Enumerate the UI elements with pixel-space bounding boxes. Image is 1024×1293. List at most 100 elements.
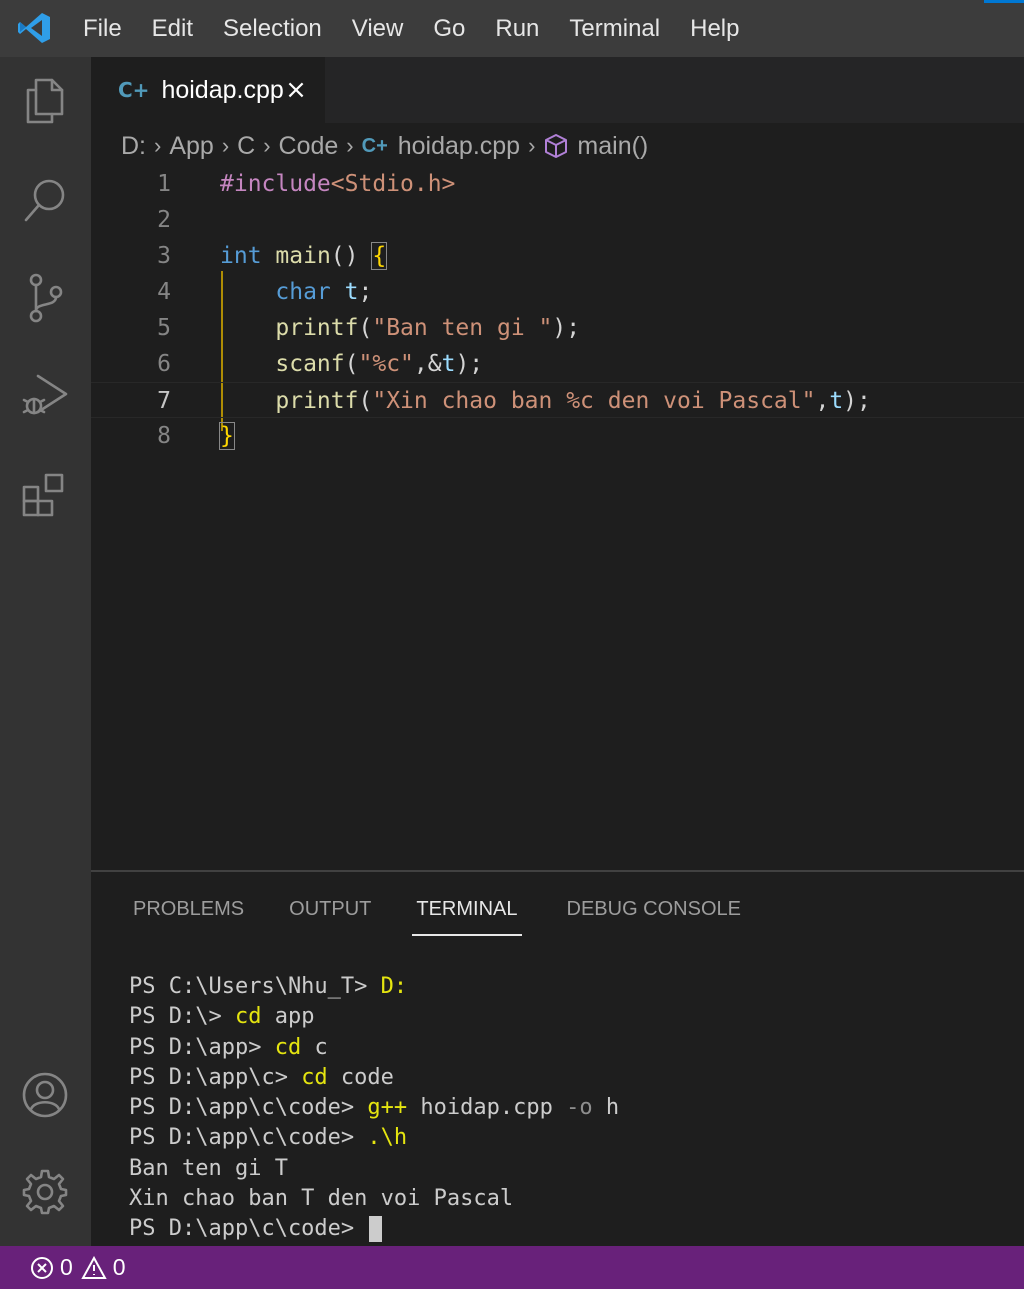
terminal-text: cd xyxy=(234,1004,262,1030)
search-icon xyxy=(24,179,65,222)
terminal-text: c xyxy=(301,1034,328,1060)
cpp-file-icon: C+ xyxy=(118,78,150,102)
terminal-text: .\h xyxy=(367,1125,408,1151)
chevron-right-icon: › xyxy=(263,133,271,158)
code-token: ); xyxy=(552,315,581,341)
terminal-text: PS D:\app> xyxy=(129,1034,275,1060)
menu-item-view[interactable]: View xyxy=(337,15,419,43)
bottom-panel: PROBLEMS OUTPUT TERMINAL DEBUG CONSOLE PS C… xyxy=(91,870,1024,1248)
gear-icon xyxy=(22,1169,68,1215)
menu-item-selection[interactable]: Selection xyxy=(208,15,337,43)
menu-item-help[interactable]: Help xyxy=(675,15,754,43)
run-debug-button[interactable] xyxy=(18,369,72,423)
line-number: 6 xyxy=(157,351,171,377)
code-token: main xyxy=(275,243,331,269)
menu-bar: File Edit Selection View Go Run Terminal Help xyxy=(68,0,754,57)
terminal-line: PS D:\app\c\code> xyxy=(129,1214,619,1244)
code-token: } xyxy=(219,422,235,450)
terminal-text: PS D:\app\c\code> xyxy=(129,1125,368,1151)
breadcrumb-item[interactable]: Code xyxy=(279,132,339,161)
line-code: } xyxy=(219,418,235,454)
code-line: 6 scanf("%c",&t); xyxy=(91,346,1024,382)
line-number: 3 xyxy=(157,243,171,269)
tab-debug-console[interactable]: DEBUG CONSOLE xyxy=(567,894,741,934)
code-editor[interactable]: 1 #include<Stdio.h> 2 3 int main() {4 char t… xyxy=(91,166,1024,870)
code-line: 1 #include<Stdio.h> xyxy=(91,166,1024,202)
terminal-output[interactable]: PS C:\Users\Nhu_T> D: PS D:\> cd app PS D:… xyxy=(129,972,619,1245)
code-token: ( xyxy=(358,388,373,414)
terminal-text: Ban ten gi T xyxy=(129,1155,288,1181)
terminal-text: g++ xyxy=(367,1095,408,1121)
line-code: printf("Xin chao ban %c den voi Pascal",… xyxy=(220,383,870,419)
source-control-button[interactable] xyxy=(18,271,72,325)
breadcrumb-symbol[interactable]: main() xyxy=(577,132,648,161)
code-token: { xyxy=(371,242,388,270)
breadcrumb-file[interactable]: hoidap.cpp xyxy=(398,132,520,161)
menu-item-go[interactable]: Go xyxy=(418,15,480,43)
code-token: int xyxy=(220,243,262,269)
line-number: 4 xyxy=(157,279,171,305)
terminal-line: PS D:\app> cd c xyxy=(129,1033,619,1063)
terminal-text: h xyxy=(592,1095,620,1121)
code-token: () xyxy=(330,243,373,269)
terminal-text: cd xyxy=(274,1034,302,1060)
code-token: scanf xyxy=(275,351,345,377)
title-accent xyxy=(984,0,1024,3)
problems-status[interactable]: 0 0 xyxy=(30,1254,126,1281)
code-token: t xyxy=(829,388,844,414)
code-token: <Stdio.h> xyxy=(330,171,456,197)
breadcrumb-item[interactable]: C xyxy=(237,132,255,161)
terminal-line: PS D:\app\c> cd code xyxy=(129,1063,619,1093)
line-number: 8 xyxy=(157,423,171,449)
manage-button[interactable] xyxy=(18,1165,72,1219)
chevron-right-icon: › xyxy=(528,133,536,158)
close-icon[interactable]: × xyxy=(281,75,311,105)
line-number: 2 xyxy=(157,207,171,233)
code-token: ( xyxy=(358,315,373,341)
explorer-button[interactable] xyxy=(18,74,72,128)
code-line: 5 printf("Ban ten gi "); xyxy=(91,310,1024,346)
terminal-text: PS D:\> xyxy=(129,1004,235,1030)
extensions-button[interactable] xyxy=(18,469,72,523)
terminal-line: Xin chao ban T den voi Pascal xyxy=(129,1184,619,1214)
code-token: #include xyxy=(220,171,331,197)
terminal-line: PS D:\app\c\code> g++ hoidap.cpp -o h xyxy=(129,1093,619,1123)
code-token: printf xyxy=(275,388,359,414)
line-number: 1 xyxy=(157,171,171,197)
breadcrumb-item[interactable]: App xyxy=(169,132,213,161)
tab-terminal[interactable]: TERMINAL xyxy=(412,894,522,936)
search-button[interactable] xyxy=(18,173,72,227)
extensions-icon xyxy=(22,473,64,517)
error-count: 0 xyxy=(60,1254,73,1280)
terminal-text: app xyxy=(261,1004,315,1030)
tab-hoidap-cpp[interactable]: C+ hoidap.cpp × xyxy=(91,57,325,123)
terminal-line: PS D:\app\c\code> .\h xyxy=(129,1123,619,1153)
tab-output[interactable]: OUTPUT xyxy=(289,894,371,934)
source-control-icon xyxy=(29,273,63,323)
warning-count: 0 xyxy=(112,1254,126,1280)
cpp-file-icon: C+ xyxy=(361,134,388,157)
terminal-text: PS C:\Users\Nhu_T> xyxy=(129,974,381,999)
terminal-line: Ban ten gi T xyxy=(129,1154,619,1184)
terminal-text: -o xyxy=(566,1095,593,1121)
line-number: 7 xyxy=(157,388,171,414)
menu-item-run[interactable]: Run xyxy=(480,15,554,43)
chevron-right-icon: › xyxy=(346,133,354,158)
menu-item-edit[interactable]: Edit xyxy=(137,15,208,43)
code-token: t xyxy=(344,279,359,305)
code-token: t xyxy=(441,351,456,377)
code-line: 4 char t; xyxy=(91,274,1024,310)
accounts-button[interactable] xyxy=(18,1068,72,1122)
code-line: 7 printf("Xin chao ban %c den voi Pascal… xyxy=(91,382,1024,418)
menu-item-terminal[interactable]: Terminal xyxy=(554,15,675,43)
breadcrumb-item[interactable]: D: xyxy=(121,132,146,161)
menu-item-file[interactable]: File xyxy=(68,15,137,43)
tab-problems[interactable]: PROBLEMS xyxy=(133,894,244,934)
chevron-right-icon: › xyxy=(221,133,230,158)
terminal-text: Xin chao ban T den voi Pascal xyxy=(129,1186,514,1212)
